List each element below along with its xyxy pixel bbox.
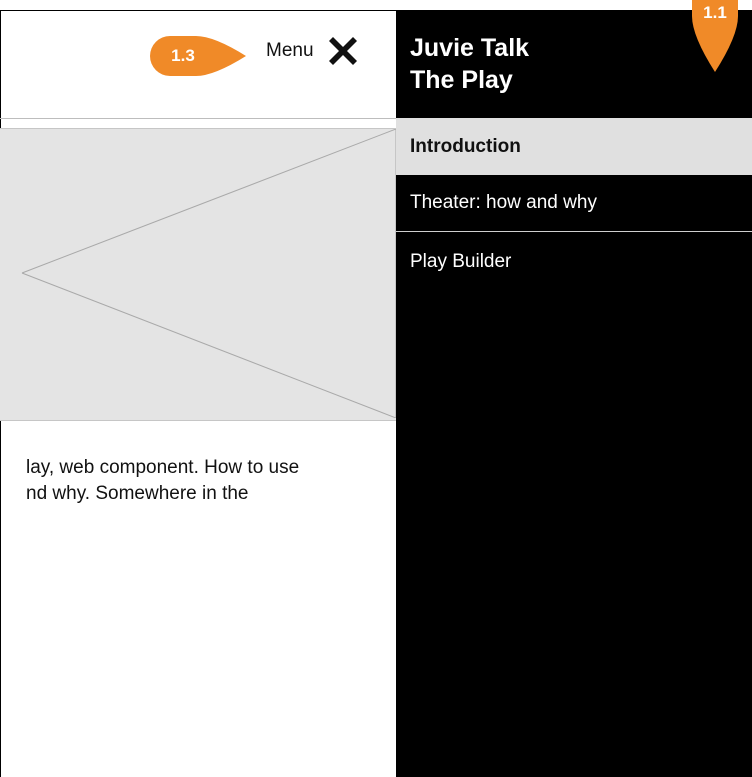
drawer-title-line: Juvie Talk: [410, 34, 530, 62]
drawer-subtitle-line: The Play: [410, 66, 513, 94]
menu-close-button[interactable]: Menu: [266, 33, 360, 69]
nav-item-play-builder[interactable]: Play Builder: [396, 233, 752, 290]
body-line: nd why. Somewhere in the: [26, 483, 249, 504]
annotation-callout-1-1: 1.1: [692, 0, 738, 72]
body-line: lay, web component. How to use: [26, 457, 300, 478]
nav-item-label: Introduction: [410, 135, 521, 157]
drawer-title: Juvie Talk The Play: [410, 32, 529, 96]
nav-item-theater[interactable]: Theater: how and why: [396, 175, 752, 232]
annotation-callout-1-3: 1.3: [148, 33, 248, 79]
annotation-label: 1.1: [703, 3, 727, 22]
body-paragraph: lay, web component. How to use nd why. S…: [26, 455, 396, 507]
close-x-icon[interactable]: [326, 34, 360, 68]
menu-label: Menu: [266, 40, 314, 61]
hero-image-placeholder: [0, 128, 396, 421]
top-border: [0, 10, 396, 11]
header-divider: [0, 118, 396, 119]
nav-item-label: Theater: how and why: [410, 192, 597, 213]
nav-item-label: Play Builder: [410, 250, 512, 272]
navigation-drawer: Juvie Talk The Play Introduction Theater…: [396, 10, 752, 777]
annotation-label: 1.3: [171, 46, 195, 65]
image-placeholder-icon: [21, 129, 396, 418]
nav-item-introduction[interactable]: Introduction: [396, 118, 752, 175]
